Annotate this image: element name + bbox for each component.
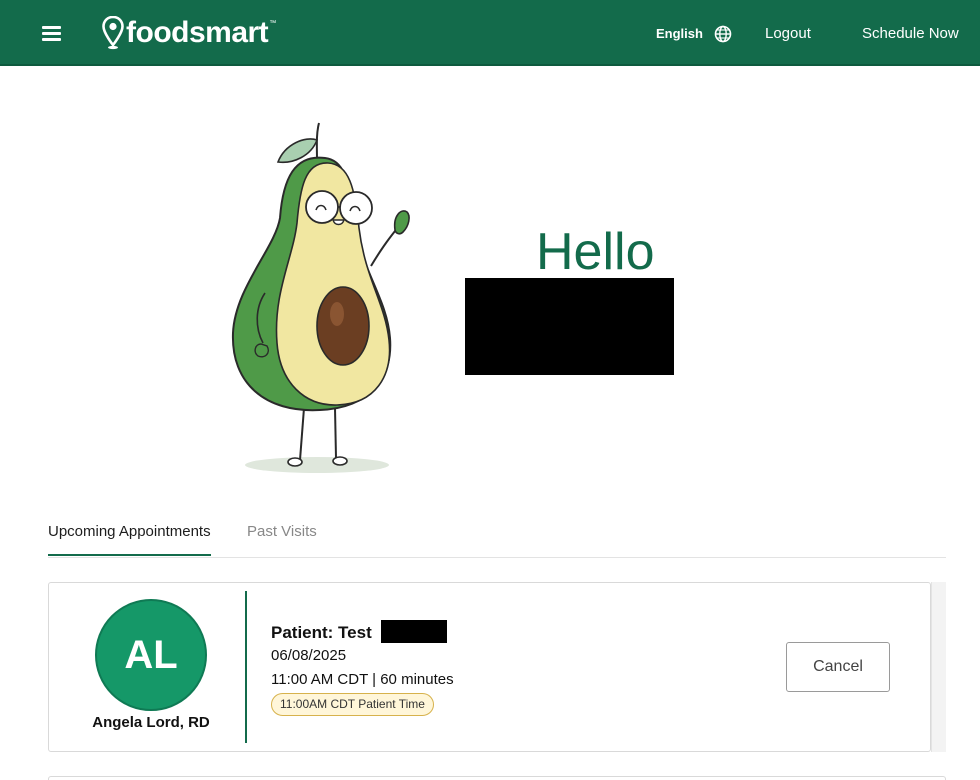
tab-past-visits[interactable]: Past Visits: [247, 523, 317, 540]
appointment-tabs: Upcoming Appointments Past Visits: [48, 520, 946, 558]
scrollbar-track[interactable]: [931, 582, 946, 752]
logout-link[interactable]: Logout: [765, 25, 811, 42]
hamburger-menu-icon[interactable]: [40, 23, 64, 43]
brand-name: foodsmart: [126, 16, 269, 49]
provider-avatar: AL: [95, 599, 207, 711]
schedule-now-link[interactable]: Schedule Now: [862, 25, 959, 42]
provider-initials: AL: [124, 632, 178, 677]
cancel-button[interactable]: Cancel: [786, 642, 890, 692]
appointment-time: 11:00 AM CDT | 60 minutes: [271, 671, 454, 688]
provider-name: Angela Lord, RD: [92, 714, 210, 731]
patient-label: Patient: Test: [271, 623, 372, 642]
appointment-card: AL Angela Lord, RD Patient: Test 06/08/2…: [48, 582, 931, 752]
globe-icon[interactable]: [714, 25, 732, 43]
trademark: ™: [269, 20, 277, 27]
hello-greeting: Hello: [536, 223, 655, 281]
card-divider: [245, 591, 247, 743]
top-navigation-bar: foodsmart ™ English Logout Schedule Now: [0, 0, 980, 66]
language-selector[interactable]: English: [656, 26, 703, 41]
next-appointment-card: [48, 776, 946, 780]
appointment-date: 06/08/2025: [271, 647, 347, 664]
redacted-user-name: [465, 278, 674, 375]
redacted-patient-name: [381, 620, 447, 643]
avocado-mascot-illustration: [231, 122, 410, 473]
patient-time-badge: 11:00AM CDT Patient Time: [271, 693, 434, 716]
foodsmart-logo[interactable]: foodsmart ™: [102, 14, 276, 52]
map-pin-icon: [102, 16, 124, 50]
tab-upcoming-appointments[interactable]: Upcoming Appointments: [48, 523, 211, 556]
